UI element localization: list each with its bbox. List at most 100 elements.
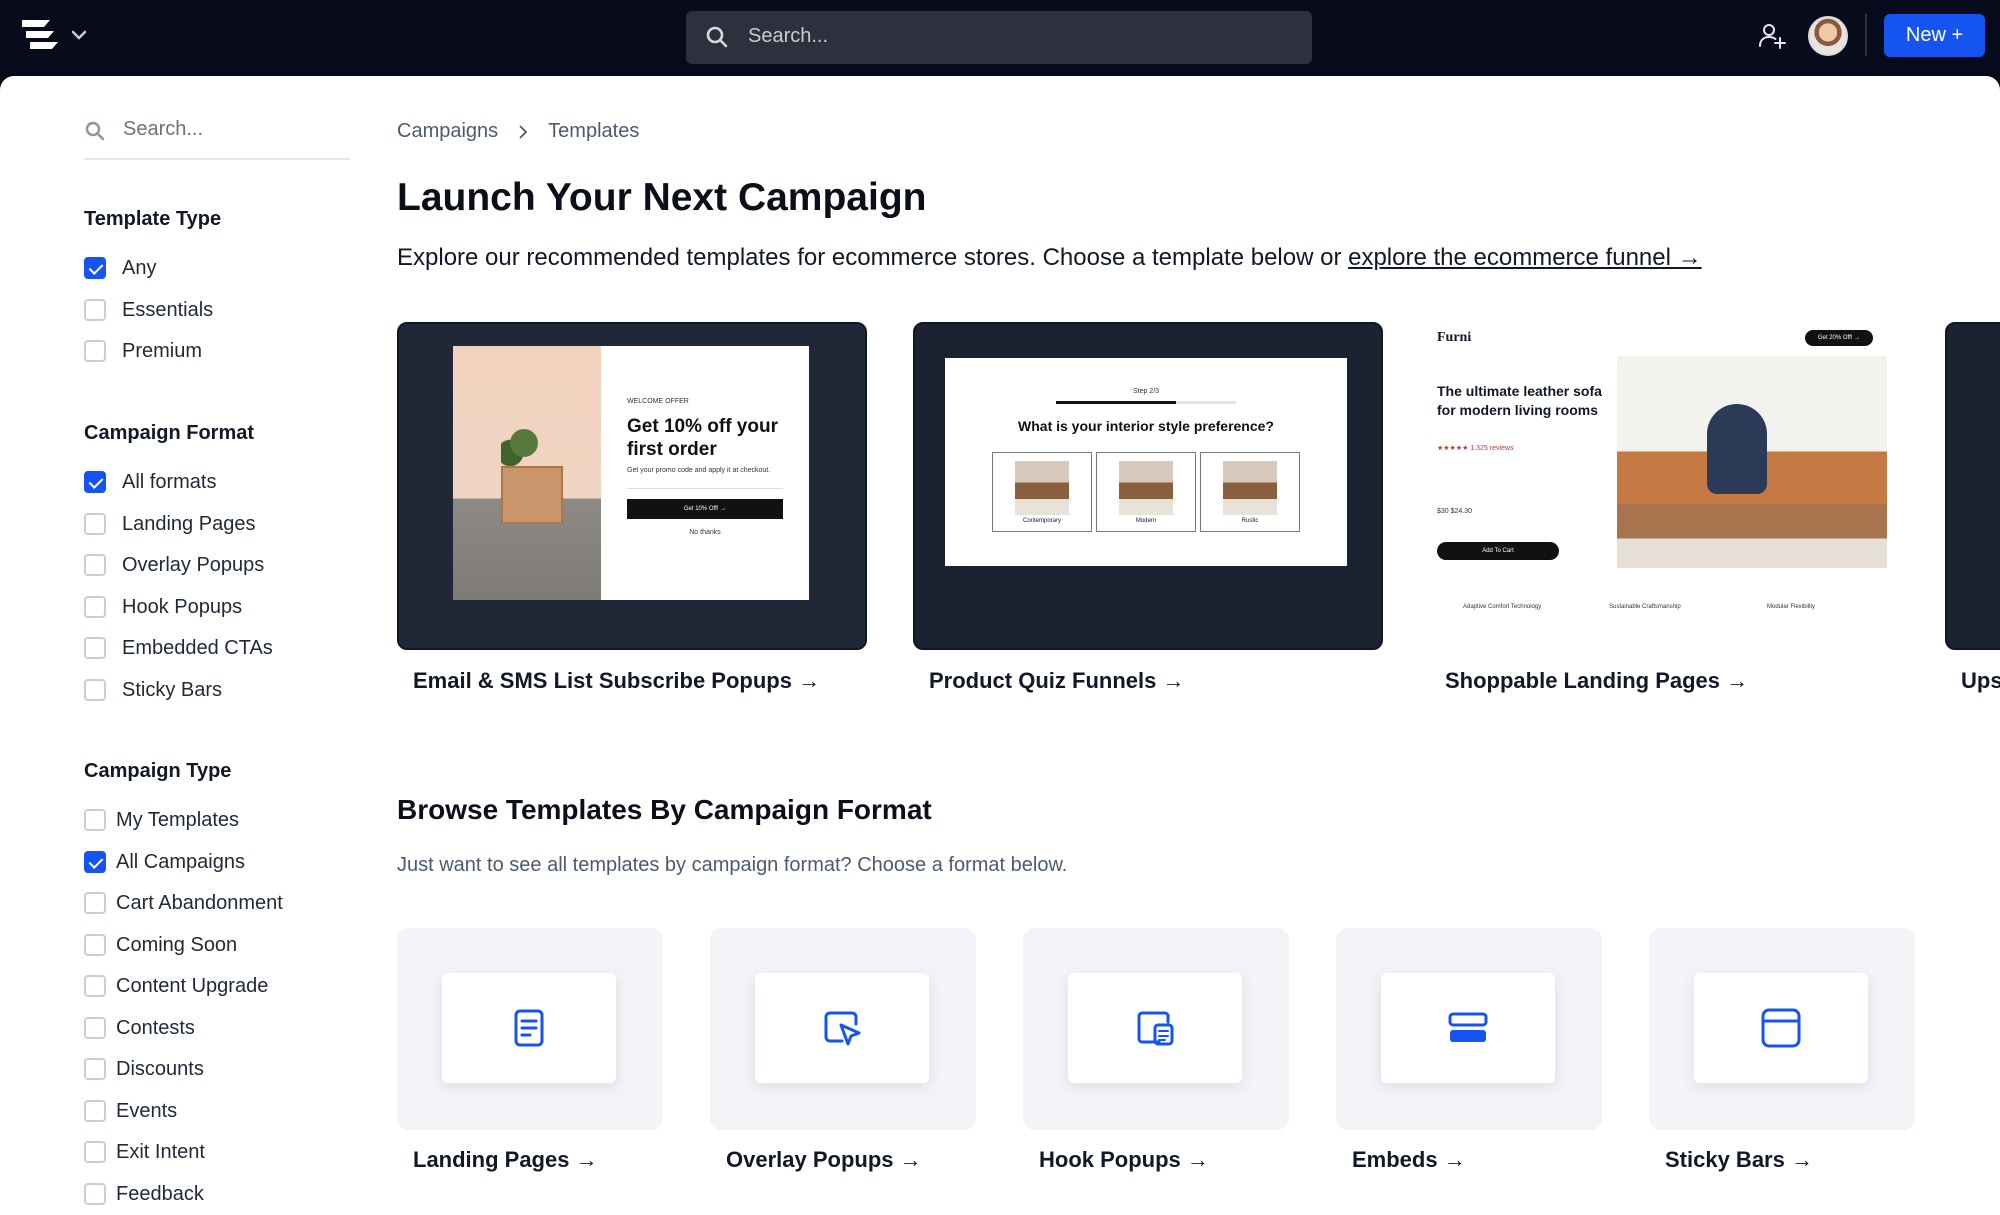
user-avatar[interactable] [1808,16,1848,56]
filter-option-label: Discounts [116,1057,204,1080]
format-tile-sticky-bars[interactable] [1649,928,1915,1130]
filter-option-landing-pages[interactable]: Landing Pages [84,510,255,538]
breadcrumb-templates[interactable]: Templates [548,120,639,143]
add-user-icon[interactable] [1756,20,1788,52]
filter-option-any[interactable]: Any [84,254,156,282]
filter-title-template-type: Template Type [84,208,222,230]
template-card-product-quiz[interactable]: Step 2/3 What is your interior style pre… [913,322,1383,650]
preview-feature: Modular Flexibility [1767,604,1816,610]
filter-option-label: My Templates [116,808,240,831]
person-graphic [1707,404,1767,494]
nightstand-graphic [501,466,563,524]
chevron-down-icon[interactable] [68,24,90,46]
logo-icon[interactable] [20,16,60,52]
quiz-option-label: Modern [1135,518,1157,524]
template-card-upsell[interactable] [1945,322,2000,650]
global-search-placeholder: Search... [748,25,829,47]
checkbox[interactable] [84,1100,106,1122]
search-icon [85,121,105,141]
main-panel: Search... Template Type Any Essentials P… [0,76,2000,1215]
chevron-right-icon [519,124,528,139]
template-card-label[interactable]: Shoppable Landing Pages → [1445,668,1748,694]
filter-option-label: Coming Soon [116,933,238,956]
filter-option-coming-soon[interactable]: Coming Soon [84,931,237,959]
checkbox[interactable] [84,809,106,831]
filter-option-hook-popups[interactable]: Hook Popups [84,593,242,621]
filter-option-all-formats[interactable]: All formats [84,468,216,496]
filter-option-label: Cart Abandonment [116,891,283,914]
checkbox[interactable] [84,851,106,873]
checkbox[interactable] [84,257,106,279]
quiz-question: What is your interior style preference? [1018,418,1274,434]
filter-option-embedded-ctas[interactable]: Embedded CTAs [84,634,273,662]
plant-graphic [501,418,547,468]
template-card-label[interactable]: Product Quiz Funnels → [929,668,1184,694]
checkbox[interactable] [84,1017,106,1039]
format-tile-embeds[interactable] [1336,928,1602,1130]
popup-headline: Get 10% off your first order [627,416,778,460]
filter-title-campaign-type: Campaign Type [84,760,232,782]
checkbox[interactable] [84,679,106,701]
checkbox[interactable] [84,299,106,321]
sidebar-search-input[interactable]: Search... [84,116,350,160]
filter-option-all-campaigns[interactable]: All Campaigns [84,848,245,876]
checkbox[interactable] [84,596,106,618]
template-card-shoppable-landing[interactable]: Furni Get 20% Off! → The ultimate leathe… [1429,322,1899,650]
filter-option-label: Content Upgrade [116,974,269,997]
quiz-preview: Step 2/3 What is your interior style pre… [945,358,1347,566]
checkbox[interactable] [84,554,106,576]
format-tile-label[interactable]: Hook Popups → [1039,1147,1209,1173]
filter-option-content-upgrade[interactable]: Content Upgrade [84,972,268,1000]
format-tile-landing-pages[interactable] [397,928,663,1130]
format-tile-label[interactable]: Embeds → [1352,1147,1466,1173]
global-search-input[interactable]: Search... [686,11,1312,64]
checkbox[interactable] [84,1183,106,1205]
document-icon [514,1009,544,1047]
template-card-label[interactable]: Ups [1961,668,2000,694]
filter-option-label: Embedded CTAs [122,636,273,659]
filter-option-essentials[interactable]: Essentials [84,296,213,324]
filter-option-discounts[interactable]: Discounts [84,1055,204,1083]
filter-option-my-templates[interactable]: My Templates [84,806,239,834]
checkbox[interactable] [84,892,106,914]
checkbox[interactable] [84,513,106,535]
new-button[interactable]: New + [1884,14,1985,57]
filter-option-label: Events [116,1099,178,1122]
filter-option-cart-abandonment[interactable]: Cart Abandonment [84,889,283,917]
preview-add-to-cart: Add To Cart [1437,542,1559,560]
sidebar-search-placeholder: Search... [123,118,204,140]
filter-option-exit-intent[interactable]: Exit Intent [84,1138,205,1166]
quiz-step: Step 2/3 [1132,388,1160,395]
filter-option-label: Overlay Popups [122,553,265,576]
checkbox[interactable] [84,1058,106,1080]
filter-option-events[interactable]: Events [84,1097,177,1125]
preview-reviews: ★★★★★ 1,325 reviews [1437,445,1514,452]
browser-window-icon [1761,1008,1801,1048]
format-tile-label[interactable]: Landing Pages → [413,1147,598,1173]
filter-option-label: All formats [122,470,217,493]
filter-option-feedback[interactable]: Feedback [84,1180,204,1208]
filter-option-premium[interactable]: Premium [84,337,202,365]
format-tile-label[interactable]: Overlay Popups → [726,1147,922,1173]
quiz-options: Contemporary Modern Rustic [945,452,1347,532]
format-tile-hook-popups[interactable] [1023,928,1289,1130]
template-card-label[interactable]: Email & SMS List Subscribe Popups → [413,668,820,694]
filter-option-label: Exit Intent [116,1140,205,1163]
checkbox[interactable] [84,934,106,956]
filter-option-sticky-bars[interactable]: Sticky Bars [84,676,222,704]
filter-option-contests[interactable]: Contests [84,1014,195,1042]
template-card-email-sms[interactable]: WELCOME OFFER Get 10% off your first ord… [397,322,867,650]
filter-option-label: Feedback [116,1182,204,1205]
checkbox[interactable] [84,1141,106,1163]
format-tile-label[interactable]: Sticky Bars → [1665,1147,1813,1173]
checkbox[interactable] [84,471,106,493]
ecommerce-funnel-link[interactable]: explore the ecommerce funnel → [1348,244,1702,271]
checkbox[interactable] [84,340,106,362]
filter-option-overlay-popups[interactable]: Overlay Popups [84,551,264,579]
checkbox[interactable] [84,637,106,659]
quiz-option: Contemporary [992,452,1092,532]
preview-promo-pill: Get 20% Off! → [1805,330,1873,346]
breadcrumb-campaigns[interactable]: Campaigns [397,120,498,143]
checkbox[interactable] [84,975,106,997]
format-tile-overlay-popups[interactable] [710,928,976,1130]
